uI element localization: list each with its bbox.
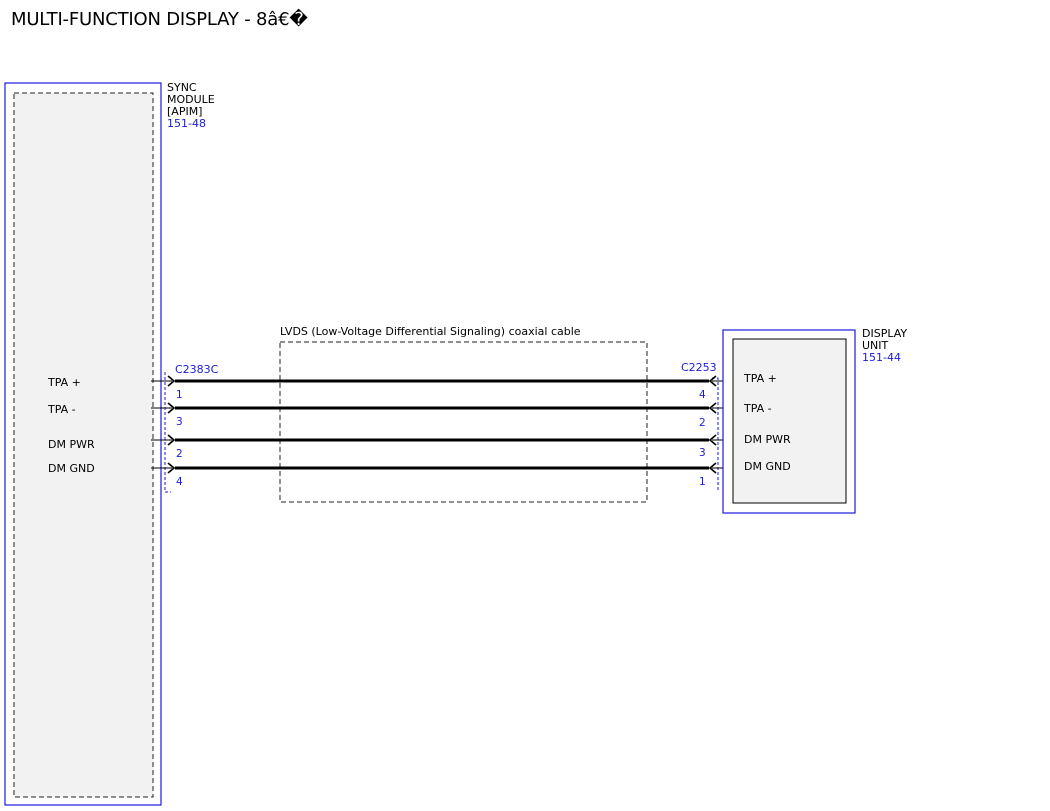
display-signal-tpa-minus: TPA - [743,402,772,415]
display-signal-dm-pwr: DM PWR [744,433,791,446]
sync-signal-dm-gnd: DM GND [48,462,95,475]
sync-pin-3: 3 [176,416,183,428]
sync-pin-arrows [167,375,176,474]
sync-signal-tpa-plus: TPA + [47,376,81,389]
connector-c2383c-outline [164,372,171,493]
sync-signal-dm-pwr: DM PWR [48,438,95,451]
display-pin-1: 1 [699,476,706,488]
display-pin-4: 4 [699,389,706,401]
sync-module: SYNC MODULE [APIM] 151-48 [4,81,215,806]
lvds-cable-outline [279,341,648,503]
display-unit: DISPLAY UNIT 151-44 [722,327,907,514]
sync-pin-2: 2 [176,448,183,460]
sync-signal-tpa-minus: TPA - [47,403,76,416]
lvds-cable-label: LVDS (Low-Voltage Differential Signaling… [280,325,581,338]
connector-c2253-label[interactable]: C2253 [681,361,717,374]
wiring-diagram: SYNC MODULE [APIM] 151-48 TPA + TPA - DM… [4,81,907,806]
display-signal-tpa-plus: TPA + [743,372,777,385]
sync-pin-4: 4 [176,476,183,488]
display-pin-3: 3 [699,447,706,459]
display-pin-2: 2 [699,417,706,429]
connector-c2383c-label[interactable]: C2383C [175,363,219,376]
sync-pin-1: 1 [176,389,183,401]
display-signal-dm-gnd: DM GND [744,460,791,473]
sync-module-ref[interactable]: 151-48 [167,117,206,130]
display-unit-ref[interactable]: 151-44 [862,351,901,364]
display-pin-arrows [708,375,717,474]
display-unit-body [732,338,847,504]
wires [175,379,709,470]
